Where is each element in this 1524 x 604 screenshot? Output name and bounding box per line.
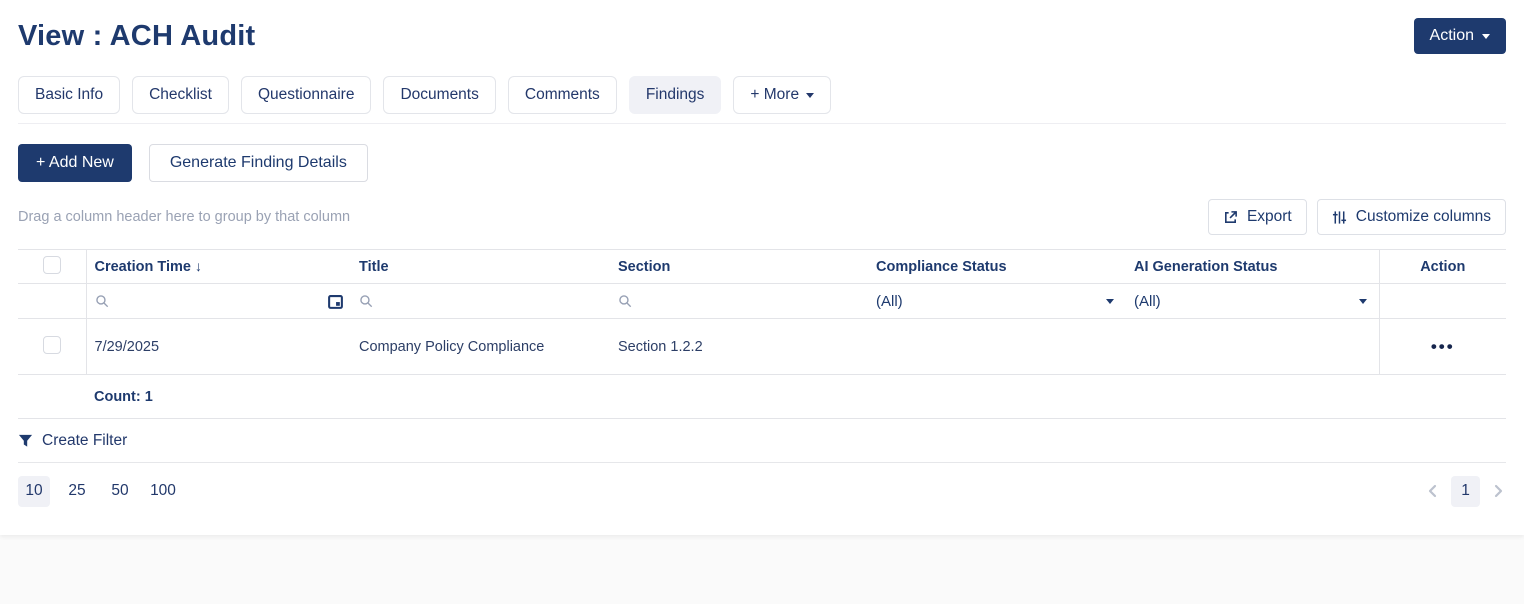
selected-filter-value: (All) bbox=[1134, 293, 1161, 310]
grid-toolbar-buttons: Export Customize columns bbox=[1208, 199, 1506, 235]
column-header-creation-time[interactable]: Creation Time↓ bbox=[86, 250, 351, 284]
column-header-label: AI Generation Status bbox=[1134, 259, 1277, 275]
grid-toolbar: Drag a column header here to group by th… bbox=[18, 199, 1506, 235]
filter-icon bbox=[18, 433, 33, 448]
section-filter-input[interactable] bbox=[639, 293, 860, 309]
ai-generation-status-filter-select[interactable]: (All) bbox=[1134, 293, 1371, 310]
column-header-ai-generation-status[interactable]: AI Generation Status bbox=[1126, 250, 1379, 284]
select-all-checkbox[interactable] bbox=[43, 256, 61, 274]
tab-questionnaire[interactable]: Questionnaire bbox=[241, 76, 372, 114]
current-page-indicator[interactable]: 1 bbox=[1451, 476, 1480, 507]
caret-down-icon bbox=[1106, 299, 1114, 304]
column-header-label: Section bbox=[618, 259, 670, 275]
tab-documents[interactable]: Documents bbox=[383, 76, 495, 114]
selected-filter-value: (All) bbox=[876, 293, 903, 310]
creation-time-filter-input[interactable] bbox=[116, 293, 309, 309]
page-size-10[interactable]: 10 bbox=[18, 476, 50, 507]
sort-descending-icon: ↓ bbox=[195, 258, 202, 274]
calendar-icon[interactable] bbox=[328, 294, 343, 309]
customize-columns-button[interactable]: Customize columns bbox=[1317, 199, 1506, 235]
tab-more[interactable]: + More bbox=[733, 76, 831, 114]
row-actions-menu-button[interactable]: ••• bbox=[1431, 337, 1455, 356]
previous-page-button[interactable] bbox=[1425, 483, 1441, 499]
customize-columns-label: Customize columns bbox=[1356, 208, 1491, 226]
page-size-selector: 10 25 50 100 bbox=[18, 476, 179, 507]
tab-findings[interactable]: Findings bbox=[629, 76, 722, 114]
create-filter-row: Create Filter bbox=[18, 419, 1506, 463]
column-header-action: Action bbox=[1379, 250, 1506, 284]
page-navigation: 1 bbox=[1425, 476, 1506, 507]
page-size-25[interactable]: 25 bbox=[61, 476, 93, 507]
search-icon bbox=[95, 294, 109, 308]
tab-basic-info[interactable]: Basic Info bbox=[18, 76, 120, 114]
page-title: View : ACH Audit bbox=[18, 20, 255, 53]
caret-down-icon bbox=[806, 93, 814, 98]
caret-down-icon bbox=[1359, 299, 1367, 304]
column-header-compliance-status[interactable]: Compliance Status bbox=[868, 250, 1126, 284]
table-row[interactable]: 7/29/2025 Company Policy Compliance Sect… bbox=[18, 319, 1506, 375]
pagination: 10 25 50 100 1 bbox=[18, 463, 1506, 519]
export-icon bbox=[1223, 210, 1238, 225]
export-button[interactable]: Export bbox=[1208, 199, 1307, 235]
count-summary: Count: 1 bbox=[86, 375, 351, 419]
sliders-icon bbox=[1332, 210, 1347, 225]
action-button[interactable]: Action bbox=[1414, 18, 1506, 54]
tab-label: + More bbox=[750, 86, 799, 104]
findings-page: View : ACH Audit Action Basic Info Check… bbox=[0, 0, 1524, 535]
tab-comments[interactable]: Comments bbox=[508, 76, 617, 114]
page-size-100[interactable]: 100 bbox=[147, 476, 179, 507]
tab-label: Comments bbox=[525, 86, 600, 104]
tab-label: Questionnaire bbox=[258, 86, 355, 104]
tab-label: Findings bbox=[646, 86, 705, 104]
cell-title: Company Policy Compliance bbox=[351, 319, 610, 375]
cell-section: Section 1.2.2 bbox=[610, 319, 868, 375]
column-header-label: Compliance Status bbox=[876, 259, 1007, 275]
row-checkbox[interactable] bbox=[43, 336, 61, 354]
column-header-title[interactable]: Title bbox=[351, 250, 610, 284]
create-filter-button[interactable]: Create Filter bbox=[42, 432, 127, 450]
tab-label: Checklist bbox=[149, 86, 212, 104]
generate-finding-details-button[interactable]: Generate Finding Details bbox=[149, 144, 368, 182]
search-icon bbox=[618, 294, 632, 308]
tab-label: Basic Info bbox=[35, 86, 103, 104]
export-label: Export bbox=[1247, 208, 1292, 226]
grid-filter-row: (All) (All) bbox=[18, 284, 1506, 319]
page-size-50[interactable]: 50 bbox=[104, 476, 136, 507]
compliance-status-filter-select[interactable]: (All) bbox=[876, 293, 1118, 310]
column-header-section[interactable]: Section bbox=[610, 250, 868, 284]
cell-ai-generation-status bbox=[1126, 319, 1379, 375]
column-header-label: Title bbox=[359, 259, 389, 275]
page-actions: + Add New Generate Finding Details bbox=[18, 144, 1506, 182]
title-filter-input[interactable] bbox=[380, 293, 602, 309]
cell-compliance-status bbox=[868, 319, 1126, 375]
page-header: View : ACH Audit Action bbox=[18, 18, 1506, 54]
search-icon bbox=[359, 294, 373, 308]
column-header-label: Action bbox=[1420, 259, 1465, 275]
findings-grid: Creation Time↓ Title Section Compliance … bbox=[18, 249, 1506, 419]
cell-creation-time: 7/29/2025 bbox=[86, 319, 351, 375]
group-panel-hint: Drag a column header here to group by th… bbox=[18, 209, 350, 225]
column-header-label: Creation Time bbox=[95, 259, 191, 275]
action-button-label: Action bbox=[1430, 27, 1474, 45]
chevron-left-icon bbox=[1425, 483, 1441, 499]
grid-summary-row: Count: 1 bbox=[18, 375, 1506, 419]
tab-bar: Basic Info Checklist Questionnaire Docum… bbox=[18, 76, 1506, 124]
next-page-button[interactable] bbox=[1490, 483, 1506, 499]
caret-down-icon bbox=[1482, 34, 1490, 39]
grid-header-row: Creation Time↓ Title Section Compliance … bbox=[18, 250, 1506, 284]
tab-checklist[interactable]: Checklist bbox=[132, 76, 229, 114]
add-new-button[interactable]: + Add New bbox=[18, 144, 132, 182]
tab-label: Documents bbox=[400, 86, 478, 104]
chevron-right-icon bbox=[1490, 483, 1506, 499]
